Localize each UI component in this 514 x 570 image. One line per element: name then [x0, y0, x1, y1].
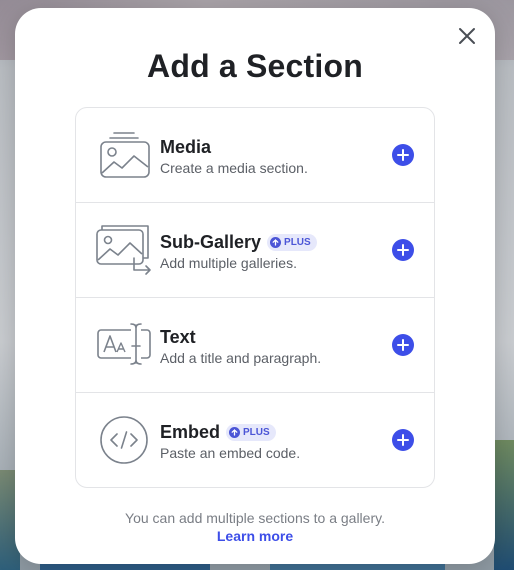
learn-more-link[interactable]: Learn more [15, 528, 495, 544]
plus-badge-label: PLUS [284, 237, 311, 248]
plus-icon [397, 434, 409, 446]
sub-gallery-icon [94, 224, 154, 276]
arrow-up-icon [229, 427, 241, 438]
plus-icon [397, 149, 409, 161]
arrow-up-icon [270, 237, 282, 248]
section-option-embed[interactable]: Embed PLUS Paste an embed code. [76, 393, 434, 487]
background-photo [494, 440, 514, 570]
section-list: Media Create a media section. Sub-Galler… [75, 107, 435, 488]
add-text-button[interactable] [392, 334, 414, 356]
add-media-button[interactable] [392, 144, 414, 166]
modal-title: Add a Section [147, 48, 363, 84]
add-sub-gallery-button[interactable] [392, 239, 414, 261]
plus-badge: PLUS [267, 234, 317, 251]
section-title: Text [160, 327, 196, 347]
plus-badge: PLUS [226, 424, 276, 441]
section-option-sub-gallery[interactable]: Sub-Gallery PLUS Add multiple galleries. [76, 203, 434, 298]
section-title: Sub-Gallery [160, 232, 262, 252]
section-title: Embed [160, 422, 221, 442]
close-icon [459, 28, 475, 44]
footer-note: You can add multiple sections to a galle… [125, 510, 385, 526]
section-description: Create a media section. [160, 160, 308, 176]
add-section-modal: Add a Section Media Create a media secti… [15, 8, 495, 564]
section-option-media[interactable]: Media Create a media section. [76, 108, 434, 203]
plus-icon [397, 244, 409, 256]
plus-icon [397, 339, 409, 351]
section-description: Paste an embed code. [160, 445, 301, 461]
plus-badge-label: PLUS [243, 427, 270, 438]
section-description: Add a title and paragraph. [160, 350, 322, 366]
add-embed-button[interactable] [392, 429, 414, 451]
text-icon [94, 319, 154, 371]
embed-icon [94, 414, 154, 466]
section-option-text[interactable]: Text Add a title and paragraph. [76, 298, 434, 393]
media-icon [94, 129, 154, 181]
section-title: Media [160, 137, 212, 157]
section-description: Add multiple galleries. [160, 255, 297, 271]
close-button[interactable] [455, 24, 479, 48]
